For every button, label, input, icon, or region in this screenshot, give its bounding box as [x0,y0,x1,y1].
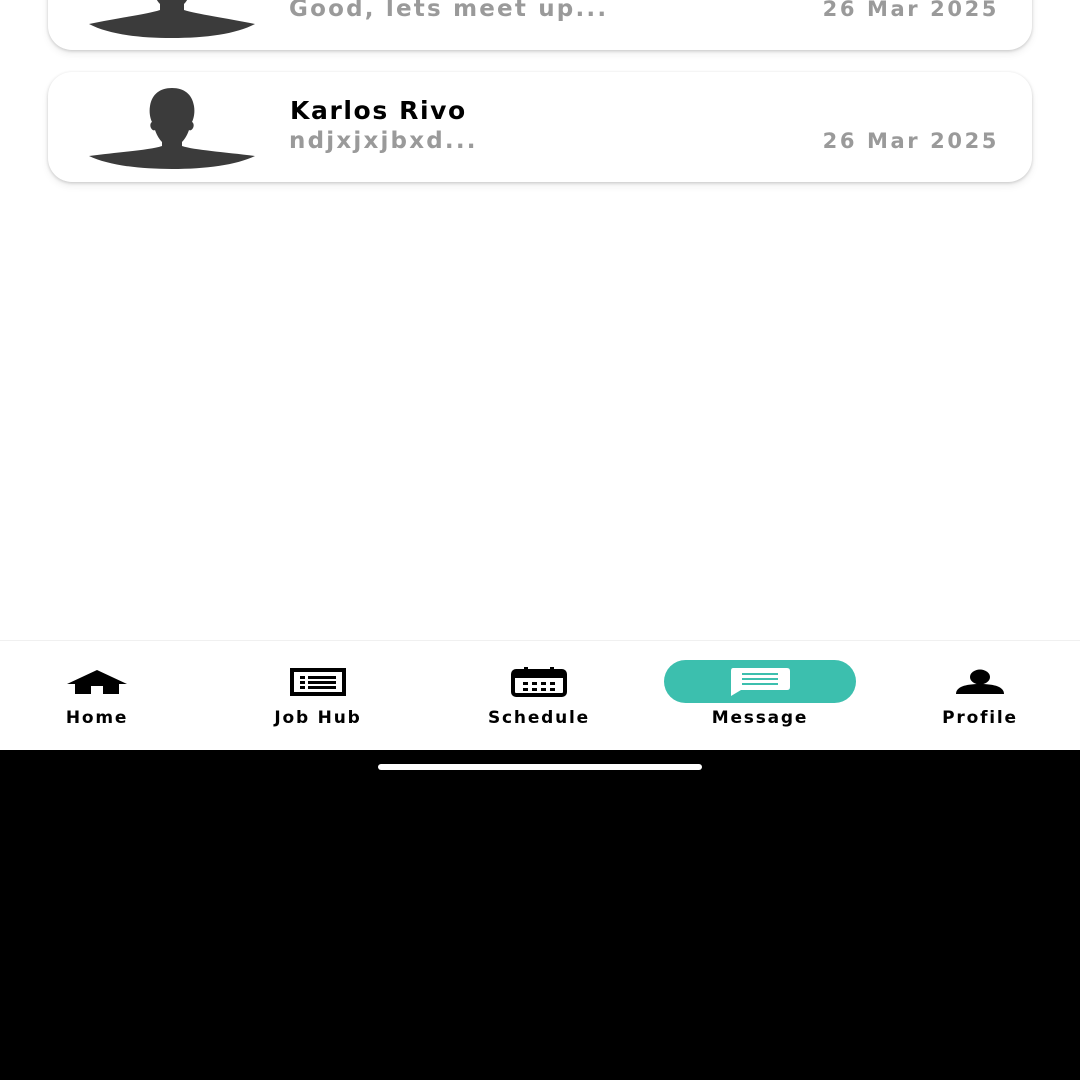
nav-label-schedule: Schedule [488,708,590,728]
nav-label-profile: Profile [942,708,1018,728]
message-date: 26 Mar 2025 [822,129,999,153]
nav-label-job-hub: Job Hub [274,708,362,728]
person-icon [956,669,1004,694]
nav-active-pill [664,660,856,703]
nav-item-profile[interactable]: Profile [872,641,1080,751]
calendar-icon [511,666,567,697]
person-silhouette-icon [88,0,256,38]
bottom-navigation: Home Job Hub Schedule Message Profile [0,640,1080,750]
system-gesture-area [0,750,1080,1080]
last-message: ndjxjxjbxd... [289,128,478,154]
chat-bubble-icon [731,667,790,696]
home-icon [67,669,127,694]
message-screen: Good, lets meet up... 26 Mar 2025 Karlos… [0,0,1080,1080]
nav-item-schedule[interactable]: Schedule [431,641,647,751]
chat-list-item[interactable]: Good, lets meet up... 26 Mar 2025 [48,0,1032,50]
nav-label-home: Home [65,708,129,728]
nav-item-message[interactable]: Message [652,641,868,751]
last-message: Good, lets meet up... [289,0,609,22]
home-indicator[interactable] [378,764,702,770]
message-date: 26 Mar 2025 [822,0,999,21]
person-silhouette-icon [88,86,256,170]
nav-item-job-hub[interactable]: Job Hub [210,641,426,751]
chat-list-item[interactable]: Karlos Rivo ndjxjxjbxd... 26 Mar 2025 [48,72,1032,182]
nav-label-message: Message [711,708,809,728]
nav-item-home[interactable]: Home [0,641,205,751]
chat-list: Good, lets meet up... 26 Mar 2025 Karlos… [0,0,1080,640]
contact-name: Karlos Rivo [290,96,467,125]
list-board-icon [290,667,346,696]
